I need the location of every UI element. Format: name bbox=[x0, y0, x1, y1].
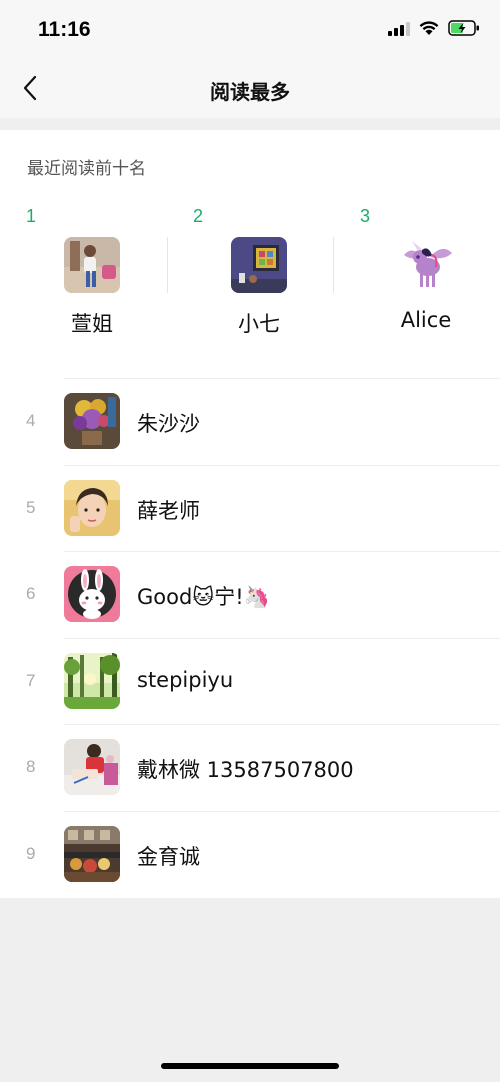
battery-charging-icon bbox=[448, 20, 479, 36]
user-name: 萱姐 bbox=[71, 312, 113, 336]
rank-number: 9 bbox=[26, 843, 36, 863]
avatar bbox=[64, 479, 120, 536]
rank-number: 1 bbox=[26, 206, 37, 226]
avatar bbox=[64, 739, 120, 795]
top3-item-1[interactable]: 1 萱姐 bbox=[0, 206, 166, 336]
status-icons bbox=[388, 20, 480, 36]
avatar bbox=[64, 566, 120, 622]
status-bar: 11:16 bbox=[0, 0, 500, 58]
wifi-icon bbox=[419, 21, 439, 35]
section-title: 最近阅读前十名 bbox=[27, 159, 146, 179]
rank-number: 8 bbox=[26, 757, 36, 776]
list-item[interactable]: 8 戴林微 13587507800 bbox=[0, 724, 500, 811]
avatar bbox=[64, 237, 120, 293]
user-name: 朱沙沙 bbox=[137, 412, 200, 436]
user-name: 戴林微 13587507800 bbox=[137, 758, 354, 782]
avatar bbox=[231, 237, 287, 293]
ranking-card: 最近阅读前十名 1 萱姐 2 小七 3 Alice 4 朱沙沙 5 薛老师 6 … bbox=[0, 130, 500, 898]
status-time: 11:16 bbox=[38, 18, 91, 41]
page-title: 阅读最多 bbox=[210, 80, 290, 104]
nav-bar: 阅读最多 bbox=[0, 58, 500, 118]
avatar bbox=[64, 825, 120, 882]
home-indicator bbox=[161, 1063, 339, 1069]
rank-number: 6 bbox=[26, 584, 36, 603]
top3-row: 1 萱姐 2 小七 3 Alice bbox=[0, 206, 500, 336]
avatar bbox=[64, 652, 120, 709]
rank-number: 7 bbox=[26, 670, 36, 690]
user-name: 金育诚 bbox=[137, 844, 200, 869]
list-item[interactable]: 5 薛老师 bbox=[0, 464, 500, 552]
rank-number: 4 bbox=[26, 411, 36, 430]
user-name: Good🐱宁!🦄 bbox=[137, 585, 270, 609]
list-item[interactable]: 7 stepipiyu bbox=[0, 637, 500, 725]
ranking-list: 4 朱沙沙 5 薛老师 6 Good🐱宁!🦄 7 stepipiyu 8 戴林微… bbox=[0, 378, 500, 897]
list-item[interactable]: 4 朱沙沙 bbox=[0, 378, 500, 465]
list-item[interactable]: 9 金育诚 bbox=[0, 810, 500, 898]
avatar bbox=[398, 237, 454, 293]
top3-item-3[interactable]: 3 Alice bbox=[334, 206, 500, 336]
user-name: 小七 bbox=[238, 312, 280, 336]
user-name: 薛老师 bbox=[137, 498, 200, 523]
rank-number: 3 bbox=[360, 206, 371, 226]
rank-number: 2 bbox=[193, 206, 204, 226]
user-name: Alice bbox=[400, 308, 452, 332]
user-name: stepipiyu bbox=[137, 667, 234, 692]
list-item[interactable]: 6 Good🐱宁!🦄 bbox=[0, 551, 500, 638]
signal-icon bbox=[388, 20, 410, 36]
top3-item-2[interactable]: 2 小七 bbox=[167, 206, 333, 336]
avatar bbox=[64, 393, 120, 449]
rank-number: 5 bbox=[26, 497, 36, 517]
